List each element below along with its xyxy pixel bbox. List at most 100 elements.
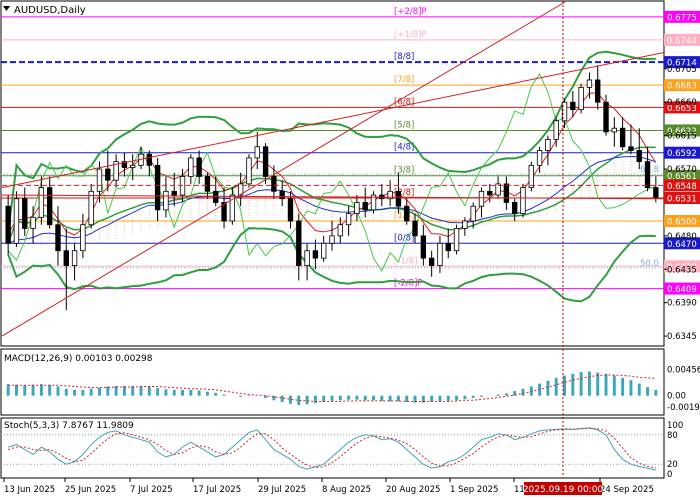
candle-body — [146, 153, 153, 166]
y-tick-label: 0.6660 — [667, 98, 697, 108]
x-tick-label: 1 Sep 2025 — [450, 485, 498, 495]
murrey-level-label: [+2/8]P — [394, 7, 427, 17]
candle-body — [478, 190, 485, 207]
symbol-title: AUDUSD,Daily — [14, 5, 86, 16]
candle-body — [312, 250, 319, 259]
price-badge-label: 0.6409 — [667, 285, 697, 295]
y-tick-label: 0.6480 — [667, 232, 697, 242]
murrey-level-label: [-2/8]P — [394, 279, 423, 289]
candle-body — [163, 190, 169, 211]
stoch-scale-label: 0 — [667, 470, 672, 480]
murrey-level-label: [5/8] — [394, 120, 414, 130]
macd-scale-label: -0.00196 — [667, 403, 700, 413]
candle-body — [536, 150, 543, 166]
candle-body — [553, 120, 559, 140]
x-tick-label: 29 Jul 2025 — [258, 485, 306, 495]
candle-body — [337, 224, 343, 237]
candle-body — [412, 220, 418, 237]
x-tick-label: 7 Jul 2025 — [130, 485, 173, 495]
price-badge-label: 0.6592 — [667, 149, 697, 159]
candle-body — [46, 187, 53, 226]
candle-body — [188, 157, 194, 177]
candle-body — [96, 168, 103, 192]
murrey-level-label: [+1/8]P — [394, 30, 427, 40]
candle-body — [512, 202, 518, 214]
x-tick-label: 13 Jun 2025 — [4, 485, 55, 495]
macd-scale-label: 0.00 — [667, 392, 686, 402]
candle-body — [470, 205, 476, 222]
candle-body — [487, 190, 493, 196]
y-tick-label: 0.6705 — [667, 65, 697, 75]
candle-body — [603, 101, 609, 133]
candle-body — [80, 224, 86, 252]
candle-body — [354, 202, 360, 214]
price-badge-label: 0.6683 — [667, 82, 697, 92]
crosshair-date-label: 2025.09.19 00:00 — [523, 485, 604, 495]
candle-body — [545, 138, 551, 151]
y-tick-label: 0.6345 — [667, 332, 697, 342]
candle-body — [586, 79, 593, 88]
x-tick-label: 24 Sep 2025 — [600, 485, 654, 495]
candle-body — [503, 183, 510, 203]
candle-body — [321, 242, 327, 259]
candle-body — [329, 235, 335, 244]
candle-body — [644, 161, 651, 189]
candle-body — [130, 164, 136, 168]
candle-body — [88, 190, 94, 226]
candle-body — [611, 127, 618, 133]
candle-body — [254, 146, 260, 159]
macd-label: MACD(12,26,9) 0.00103 0.00298 — [4, 354, 153, 364]
candle-body — [154, 164, 161, 211]
candle-body — [570, 101, 576, 111]
chart-svg: [+2/8]P[+1/8]P[8/8][7/8][6/8][5/8][4/8][… — [0, 0, 700, 495]
candle-body — [428, 257, 435, 266]
candle-body — [404, 205, 410, 222]
stoch-scale-label: 20 — [667, 460, 678, 470]
price-badge-label: 0.6775 — [667, 13, 697, 23]
candle-body — [296, 220, 302, 266]
candle-body — [462, 220, 468, 229]
candle-body — [520, 187, 526, 214]
price-badge-label: 0.6531 — [667, 195, 697, 205]
candle-body — [304, 250, 310, 266]
candle-body — [204, 176, 211, 192]
candle-body — [628, 146, 634, 151]
y-tick-label: 0.6615 — [667, 132, 697, 142]
candle-body — [63, 250, 69, 266]
candle-body — [653, 187, 659, 198]
candle-body — [213, 190, 219, 203]
candle-body — [395, 190, 402, 207]
stoch-scale-label: 100 — [667, 421, 683, 431]
murrey-level-label: [8/8] — [394, 52, 414, 62]
candle-body — [246, 157, 252, 185]
x-tick-label: 17 Jul 2025 — [193, 485, 241, 495]
candle-body — [453, 228, 460, 252]
candle-body — [71, 250, 78, 266]
macd-scale-label: 0.00456 — [667, 365, 700, 375]
price-badge-label: 0.6744 — [667, 36, 697, 46]
candle-body — [445, 242, 451, 252]
y-tick-label: 0.6390 — [667, 299, 697, 309]
candle-body — [271, 176, 277, 192]
murrey-level-label: [0/8] — [394, 233, 414, 243]
candle-body — [5, 205, 11, 244]
candle-body — [171, 190, 177, 196]
y-tick-label: 0.6435 — [667, 265, 697, 275]
candle-body — [30, 216, 36, 229]
candle-body — [528, 164, 534, 189]
murrey-level-label: [7/8] — [394, 75, 414, 85]
price-badge-label: 0.6548 — [667, 182, 697, 192]
stoch-scale-label: 80 — [667, 431, 678, 441]
candle-body — [345, 213, 352, 226]
candle-body — [262, 146, 269, 177]
candle-body — [619, 127, 626, 148]
candle-body — [38, 187, 45, 218]
candle-body — [279, 190, 285, 200]
fib-level-label: 50.0 — [640, 259, 659, 269]
candle-body — [22, 198, 28, 229]
candle-body — [636, 150, 642, 163]
candle-body — [13, 198, 20, 244]
candle-body — [287, 198, 294, 222]
y-tick-label: 0.6570 — [667, 165, 697, 175]
candle-body — [55, 224, 61, 252]
